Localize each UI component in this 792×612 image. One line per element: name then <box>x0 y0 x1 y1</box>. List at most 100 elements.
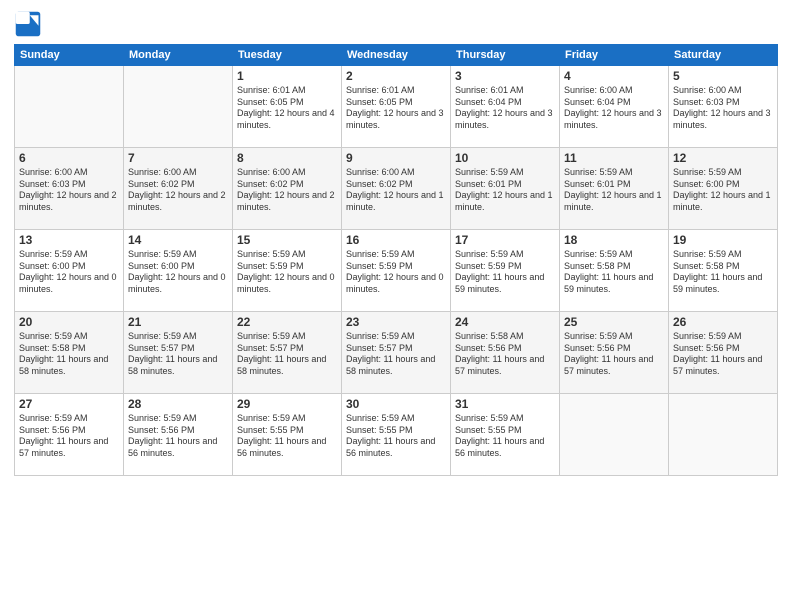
calendar-cell: 28 Sunrise: 5:59 AMSunset: 5:56 PMDayligh… <box>124 394 233 476</box>
calendar-cell <box>669 394 778 476</box>
cell-text: Sunrise: 6:00 AMSunset: 6:03 PMDaylight:… <box>19 167 119 214</box>
week-row-3: 13Sunrise: 5:59 AMSunset: 6:00 PMDayligh… <box>15 230 778 312</box>
day-number: 24 <box>455 315 555 329</box>
calendar-cell: 7 Sunrise: 6:00 AMSunset: 6:02 PMDaylight… <box>124 148 233 230</box>
weekday-header-tuesday: Tuesday <box>233 45 342 66</box>
day-number: 6 <box>19 151 119 165</box>
calendar-cell: 6 Sunrise: 6:00 AMSunset: 6:03 PMDaylight… <box>15 148 124 230</box>
day-number: 18 <box>564 233 664 247</box>
weekday-header-friday: Friday <box>560 45 669 66</box>
cell-text: Sunrise: 5:59 AMSunset: 5:59 PMDaylight:… <box>237 249 337 296</box>
cell-text: Sunrise: 6:00 AMSunset: 6:02 PMDaylight:… <box>346 167 446 214</box>
cell-text: Sunrise: 5:58 AMSunset: 5:56 PMDaylight:… <box>455 331 555 378</box>
weekday-header-saturday: Saturday <box>669 45 778 66</box>
cell-text: Sunrise: 5:59 AMSunset: 5:58 PMDaylight:… <box>19 331 119 378</box>
calendar-cell: 26 Sunrise: 5:59 AMSunset: 5:56 PMDayligh… <box>669 312 778 394</box>
day-number: 31 <box>455 397 555 411</box>
cell-text: Sunrise: 5:59 AMSunset: 5:58 PMDaylight:… <box>673 249 773 296</box>
day-number: 8 <box>237 151 337 165</box>
calendar-cell: 20 Sunrise: 5:59 AMSunset: 5:58 PMDayligh… <box>15 312 124 394</box>
weekday-header-wednesday: Wednesday <box>342 45 451 66</box>
day-number: 1 <box>237 69 337 83</box>
cell-text: Sunrise: 5:59 AMSunset: 6:01 PMDaylight:… <box>564 167 664 214</box>
cell-text: Sunrise: 6:00 AMSunset: 6:02 PMDaylight:… <box>237 167 337 214</box>
calendar-cell: 22 Sunrise: 5:59 AMSunset: 5:57 PMDayligh… <box>233 312 342 394</box>
day-number: 28 <box>128 397 228 411</box>
calendar-cell: 15Sunrise: 5:59 AMSunset: 5:59 PMDayligh… <box>233 230 342 312</box>
cell-text: Sunrise: 5:59 AMSunset: 5:59 PMDaylight:… <box>455 249 555 296</box>
page: SundayMondayTuesdayWednesdayThursdayFrid… <box>0 0 792 612</box>
calendar-cell <box>15 66 124 148</box>
calendar-header: SundayMondayTuesdayWednesdayThursdayFrid… <box>15 45 778 66</box>
day-number: 7 <box>128 151 228 165</box>
week-row-2: 6 Sunrise: 6:00 AMSunset: 6:03 PMDaylight… <box>15 148 778 230</box>
cell-text: Sunrise: 5:59 AMSunset: 6:00 PMDaylight:… <box>673 167 773 214</box>
day-number: 23 <box>346 315 446 329</box>
weekday-header-sunday: Sunday <box>15 45 124 66</box>
cell-text: Sunrise: 5:59 AMSunset: 6:01 PMDaylight:… <box>455 167 555 214</box>
day-number: 3 <box>455 69 555 83</box>
day-number: 14 <box>128 233 228 247</box>
cell-text: Sunrise: 5:59 AMSunset: 5:57 PMDaylight:… <box>237 331 337 378</box>
calendar-cell: 31Sunrise: 5:59 AMSunset: 5:55 PMDayligh… <box>451 394 560 476</box>
header <box>14 10 778 38</box>
cell-text: Sunrise: 5:59 AMSunset: 5:57 PMDaylight:… <box>128 331 228 378</box>
week-row-5: 27Sunrise: 5:59 AMSunset: 5:56 PMDayligh… <box>15 394 778 476</box>
cell-text: Sunrise: 5:59 AMSunset: 5:56 PMDaylight:… <box>564 331 664 378</box>
logo <box>14 10 46 38</box>
day-number: 5 <box>673 69 773 83</box>
calendar-cell: 21 Sunrise: 5:59 AMSunset: 5:57 PMDayligh… <box>124 312 233 394</box>
calendar-cell: 3 Sunrise: 6:01 AMSunset: 6:04 PMDaylight… <box>451 66 560 148</box>
calendar-cell: 2 Sunrise: 6:01 AMSunset: 6:05 PMDaylight… <box>342 66 451 148</box>
weekday-header-row: SundayMondayTuesdayWednesdayThursdayFrid… <box>15 45 778 66</box>
cell-text: Sunrise: 5:59 AMSunset: 5:57 PMDaylight:… <box>346 331 446 378</box>
day-number: 10 <box>455 151 555 165</box>
weekday-header-thursday: Thursday <box>451 45 560 66</box>
cell-text: Sunrise: 6:00 AMSunset: 6:04 PMDaylight:… <box>564 85 664 132</box>
day-number: 11 <box>564 151 664 165</box>
day-number: 17 <box>455 233 555 247</box>
calendar: SundayMondayTuesdayWednesdayThursdayFrid… <box>14 44 778 476</box>
calendar-cell: 19 Sunrise: 5:59 AMSunset: 5:58 PMDayligh… <box>669 230 778 312</box>
calendar-cell: 12 Sunrise: 5:59 AMSunset: 6:00 PMDayligh… <box>669 148 778 230</box>
calendar-cell: 16 Sunrise: 5:59 AMSunset: 5:59 PMDayligh… <box>342 230 451 312</box>
calendar-cell: 11 Sunrise: 5:59 AMSunset: 6:01 PMDayligh… <box>560 148 669 230</box>
day-number: 9 <box>346 151 446 165</box>
day-number: 12 <box>673 151 773 165</box>
cell-text: Sunrise: 6:01 AMSunset: 6:05 PMDaylight:… <box>346 85 446 132</box>
day-number: 16 <box>346 233 446 247</box>
calendar-cell: 27Sunrise: 5:59 AMSunset: 5:56 PMDayligh… <box>15 394 124 476</box>
calendar-cell: 23 Sunrise: 5:59 AMSunset: 5:57 PMDayligh… <box>342 312 451 394</box>
calendar-cell: 18 Sunrise: 5:59 AMSunset: 5:58 PMDayligh… <box>560 230 669 312</box>
cell-text: Sunrise: 5:59 AMSunset: 5:56 PMDaylight:… <box>128 413 228 460</box>
calendar-body: 1 Sunrise: 6:01 AMSunset: 6:05 PMDaylight… <box>15 66 778 476</box>
day-number: 19 <box>673 233 773 247</box>
day-number: 29 <box>237 397 337 411</box>
calendar-cell: 29 Sunrise: 5:59 AMSunset: 5:55 PMDayligh… <box>233 394 342 476</box>
cell-text: Sunrise: 5:59 AMSunset: 5:55 PMDaylight:… <box>237 413 337 460</box>
cell-text: Sunrise: 6:01 AMSunset: 6:04 PMDaylight:… <box>455 85 555 132</box>
cell-text: Sunrise: 6:00 AMSunset: 6:03 PMDaylight:… <box>673 85 773 132</box>
calendar-cell: 1 Sunrise: 6:01 AMSunset: 6:05 PMDaylight… <box>233 66 342 148</box>
calendar-cell: 13Sunrise: 5:59 AMSunset: 6:00 PMDayligh… <box>15 230 124 312</box>
cell-text: Sunrise: 5:59 AMSunset: 5:56 PMDaylight:… <box>673 331 773 378</box>
calendar-cell <box>124 66 233 148</box>
cell-text: Sunrise: 5:59 AMSunset: 5:58 PMDaylight:… <box>564 249 664 296</box>
calendar-cell: 9 Sunrise: 6:00 AMSunset: 6:02 PMDaylight… <box>342 148 451 230</box>
cell-text: Sunrise: 5:59 AMSunset: 6:00 PMDaylight:… <box>128 249 228 296</box>
cell-text: Sunrise: 6:00 AMSunset: 6:02 PMDaylight:… <box>128 167 228 214</box>
day-number: 26 <box>673 315 773 329</box>
cell-text: Sunrise: 5:59 AMSunset: 5:59 PMDaylight:… <box>346 249 446 296</box>
calendar-cell: 25Sunrise: 5:59 AMSunset: 5:56 PMDayligh… <box>560 312 669 394</box>
weekday-header-monday: Monday <box>124 45 233 66</box>
calendar-cell: 10 Sunrise: 5:59 AMSunset: 6:01 PMDayligh… <box>451 148 560 230</box>
day-number: 20 <box>19 315 119 329</box>
day-number: 21 <box>128 315 228 329</box>
day-number: 2 <box>346 69 446 83</box>
calendar-cell: 14 Sunrise: 5:59 AMSunset: 6:00 PMDayligh… <box>124 230 233 312</box>
cell-text: Sunrise: 5:59 AMSunset: 5:55 PMDaylight:… <box>346 413 446 460</box>
day-number: 22 <box>237 315 337 329</box>
cell-text: Sunrise: 6:01 AMSunset: 6:05 PMDaylight:… <box>237 85 337 132</box>
calendar-cell: 5 Sunrise: 6:00 AMSunset: 6:03 PMDaylight… <box>669 66 778 148</box>
calendar-cell <box>560 394 669 476</box>
